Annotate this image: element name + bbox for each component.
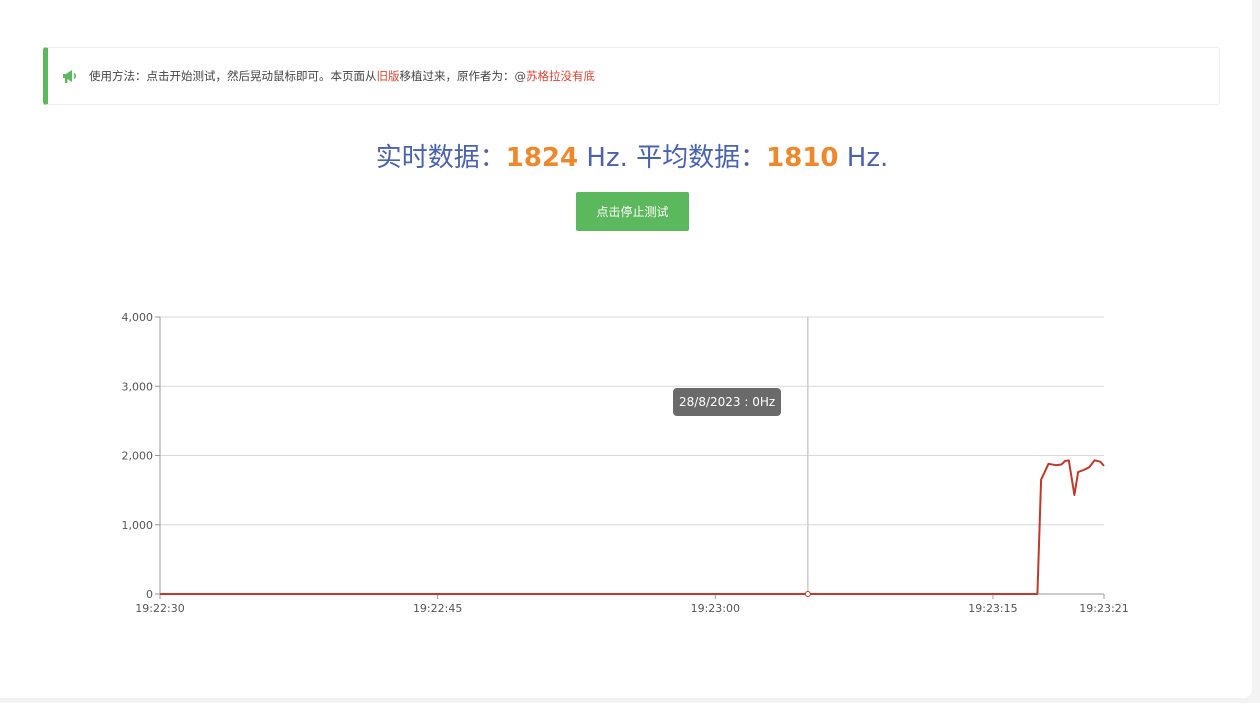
- realtime-unit: Hz.: [586, 143, 628, 173]
- notice-middle: 移植过来，原作者为：@: [399, 69, 527, 83]
- series-line: [160, 459, 1105, 595]
- hover-point: [804, 591, 811, 597]
- y-tick-label: 0: [146, 588, 153, 601]
- megaphone-icon: [61, 67, 79, 85]
- x-tick-label: 19:23:00: [691, 602, 740, 615]
- y-tick-label: 4,000: [122, 311, 154, 324]
- y-tick-label: 2,000: [122, 450, 154, 463]
- stats-line: 实时数据：1824 Hz. 平均数据：1810 Hz.: [0, 137, 1260, 174]
- realtime-label: 实时数据：: [375, 143, 506, 173]
- realtime-value: 1824: [505, 143, 579, 173]
- average-value: 1810: [766, 143, 839, 173]
- chart-tooltip: 28/8/2023 : 0Hz: [673, 388, 782, 416]
- x-tick-label: 19:22:30: [135, 602, 184, 615]
- average-label: 平均数据：: [636, 143, 767, 173]
- author-link[interactable]: 苏格拉没有底: [526, 69, 595, 83]
- frequency-chart[interactable]: 0 1,000 2,000 3,000 4,000 19:22:30 19:22:45 19:…: [0, 300, 1252, 630]
- notice-prefix: 使用方法：点击开始测试，然后晃动鼠标即可。本页面从: [89, 69, 377, 83]
- y-tick-label: 3,000: [122, 380, 154, 393]
- x-tick-label: 19:22:45: [413, 602, 462, 615]
- notice-text: 使用方法：点击开始测试，然后晃动鼠标即可。本页面从旧版移植过来，原作者为：@苏格…: [89, 68, 595, 84]
- y-tick-label: 1,000: [122, 519, 154, 532]
- x-tick-label: 19:23:15: [968, 602, 1017, 615]
- average-unit: Hz.: [846, 143, 889, 173]
- stop-test-button[interactable]: 点击停止测试: [576, 192, 689, 231]
- usage-notice: 使用方法：点击开始测试，然后晃动鼠标即可。本页面从旧版移植过来，原作者为：@苏格…: [43, 47, 1220, 105]
- old-version-link[interactable]: 旧版: [377, 69, 400, 83]
- x-tick-label: 19:23:21: [1079, 602, 1128, 615]
- page-container: 使用方法：点击开始测试，然后晃动鼠标即可。本页面从旧版移植过来，原作者为：@苏格…: [0, 0, 1252, 698]
